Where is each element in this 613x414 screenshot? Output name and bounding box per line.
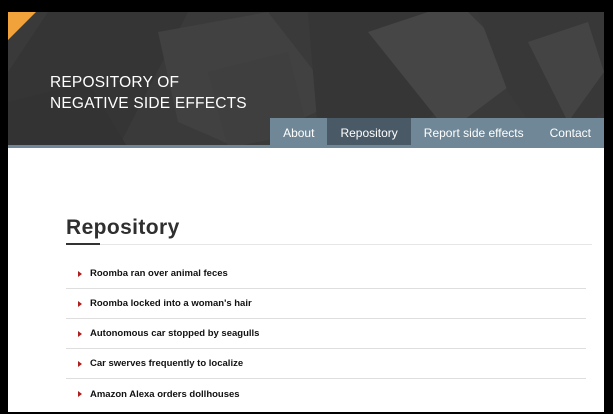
caret-right-icon: [78, 360, 82, 367]
main-nav: About Repository Report side effects Con…: [270, 118, 604, 148]
site-title-line2: NEGATIVE SIDE EFFECTS: [50, 95, 247, 112]
list-item[interactable]: Amazon Alexa orders dollhouses: [66, 379, 586, 409]
corner-accent: [8, 12, 36, 40]
header-divider: [8, 145, 604, 148]
list-item[interactable]: Autonomous car stopped by seagulls: [66, 319, 586, 349]
nav-item-contact[interactable]: Contact: [536, 118, 604, 148]
title-divider: [66, 243, 592, 245]
caret-right-icon: [78, 300, 82, 307]
list-item-label: Amazon Alexa orders dollhouses: [90, 388, 240, 400]
caret-right-icon: [78, 391, 82, 397]
nav-item-repository[interactable]: Repository: [327, 118, 411, 148]
list-item[interactable]: Roomba locked into a woman's hair: [66, 289, 586, 319]
caret-right-icon: [78, 330, 82, 337]
title-underline-accent: [66, 243, 100, 245]
site-title-line1: REPOSITORY OF: [50, 74, 180, 91]
main-content: Repository Roomba ran over animal feces …: [8, 216, 604, 409]
repository-list: Roomba ran over animal feces Roomba lock…: [66, 259, 586, 409]
list-item[interactable]: Roomba ran over animal feces: [66, 259, 586, 289]
caret-right-icon: [78, 270, 82, 277]
site-header: REPOSITORY OF NEGATIVE SIDE EFFECTS Abou…: [8, 12, 604, 148]
list-item-label: Autonomous car stopped by seagulls: [90, 328, 260, 339]
list-item-label: Car swerves frequently to localize: [90, 358, 244, 369]
list-item-label: Roomba ran over animal feces: [90, 268, 228, 279]
browser-page: REPOSITORY OF NEGATIVE SIDE EFFECTS Abou…: [8, 12, 604, 412]
nav-item-about[interactable]: About: [270, 118, 328, 148]
list-item-label: Roomba locked into a woman's hair: [90, 298, 252, 309]
page-title: Repository: [66, 216, 180, 239]
nav-item-report-side-effects[interactable]: Report side effects: [410, 118, 537, 148]
site-title[interactable]: REPOSITORY OF NEGATIVE SIDE EFFECTS: [50, 72, 247, 114]
list-item[interactable]: Car swerves frequently to localize: [66, 349, 586, 379]
